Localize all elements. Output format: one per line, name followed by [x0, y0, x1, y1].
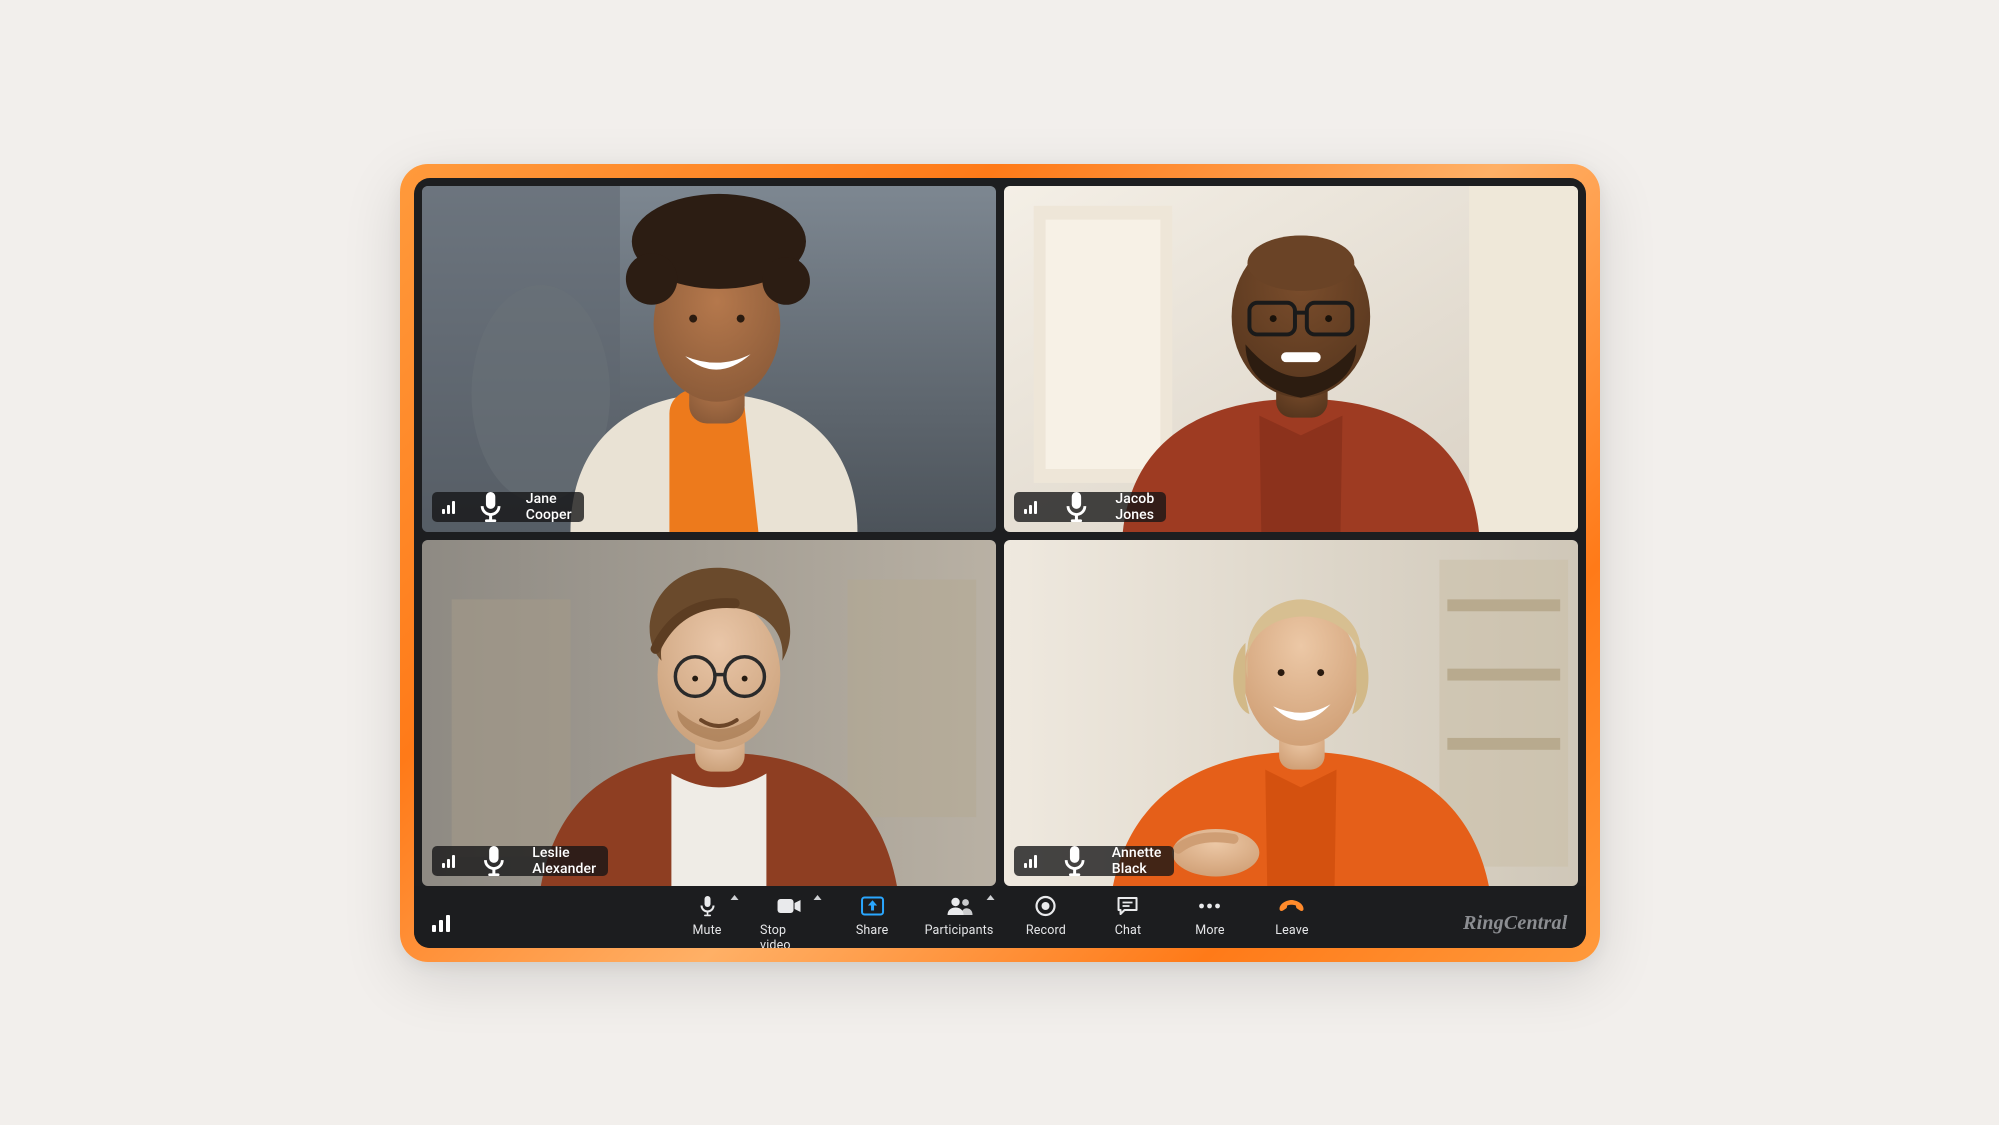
more-button[interactable]: More — [1181, 893, 1239, 947]
participant-name: Jacob Jones — [1115, 491, 1154, 523]
video-tile[interactable]: Jane Cooper — [422, 186, 996, 532]
participant-badge: Annette Black — [1014, 846, 1174, 876]
button-label: More — [1195, 923, 1224, 938]
leave-button[interactable]: Leave — [1263, 893, 1321, 947]
video-tile[interactable]: Leslie Alexander — [422, 540, 996, 886]
participant-badge: Jane Cooper — [432, 492, 584, 522]
chevron-up-icon — [730, 895, 738, 900]
signal-icon — [442, 500, 455, 514]
participants-button[interactable]: Participants — [925, 893, 993, 947]
more-icon — [1198, 895, 1222, 917]
signal-icon — [1024, 854, 1037, 868]
participant-video-placeholder — [1004, 186, 1578, 532]
hangup-icon — [1278, 895, 1306, 917]
chat-button[interactable]: Chat — [1099, 893, 1157, 947]
participant-name: Jane Cooper — [526, 491, 572, 523]
button-label: Record — [1026, 923, 1066, 938]
microphone-icon — [463, 846, 525, 876]
share-screen-icon — [860, 895, 884, 917]
button-label: Stop video — [760, 923, 819, 947]
signal-icon — [442, 854, 455, 868]
device-frame: Jane Cooper — [400, 164, 1600, 962]
share-button[interactable]: Share — [843, 893, 901, 947]
meeting-screen: Jane Cooper — [414, 178, 1586, 948]
chevron-up-icon — [813, 895, 821, 900]
mute-button[interactable]: Mute — [678, 893, 736, 947]
button-label: Leave — [1275, 923, 1308, 938]
record-icon — [1035, 895, 1057, 917]
microphone-icon — [463, 492, 518, 522]
signal-icon — [432, 914, 450, 932]
participant-video-placeholder — [422, 540, 996, 886]
button-label: Chat — [1115, 923, 1142, 938]
stop-video-button[interactable]: Stop video — [760, 893, 819, 947]
microphone-icon — [1045, 492, 1108, 522]
button-label: Mute — [692, 923, 721, 938]
participants-icon — [945, 895, 973, 917]
participant-badge: Jacob Jones — [1014, 492, 1167, 522]
microphone-icon — [699, 895, 715, 917]
signal-icon — [1024, 500, 1037, 514]
toolbar-buttons: Mute Stop video — [678, 893, 1321, 947]
meeting-toolbar: Mute Stop video — [414, 886, 1586, 947]
button-label: Participants — [925, 923, 994, 938]
video-tile[interactable]: Jacob Jones — [1004, 186, 1578, 532]
video-grid: Jane Cooper — [414, 178, 1586, 887]
brand-logo: RingCentral — [1463, 912, 1567, 935]
participant-video-placeholder — [1004, 540, 1578, 886]
button-label: Share — [856, 923, 889, 938]
participant-video-placeholder — [422, 186, 996, 532]
chevron-up-icon — [987, 895, 995, 900]
participant-name: Annette Black — [1112, 845, 1162, 877]
video-tile[interactable]: Annette Black — [1004, 540, 1578, 886]
chat-icon — [1117, 895, 1139, 917]
participant-badge: Leslie Alexander — [432, 846, 609, 876]
connection-quality[interactable] — [432, 914, 450, 932]
microphone-icon — [1045, 846, 1104, 876]
participant-name: Leslie Alexander — [532, 845, 596, 877]
record-button[interactable]: Record — [1017, 893, 1075, 947]
video-camera-icon — [777, 895, 803, 917]
